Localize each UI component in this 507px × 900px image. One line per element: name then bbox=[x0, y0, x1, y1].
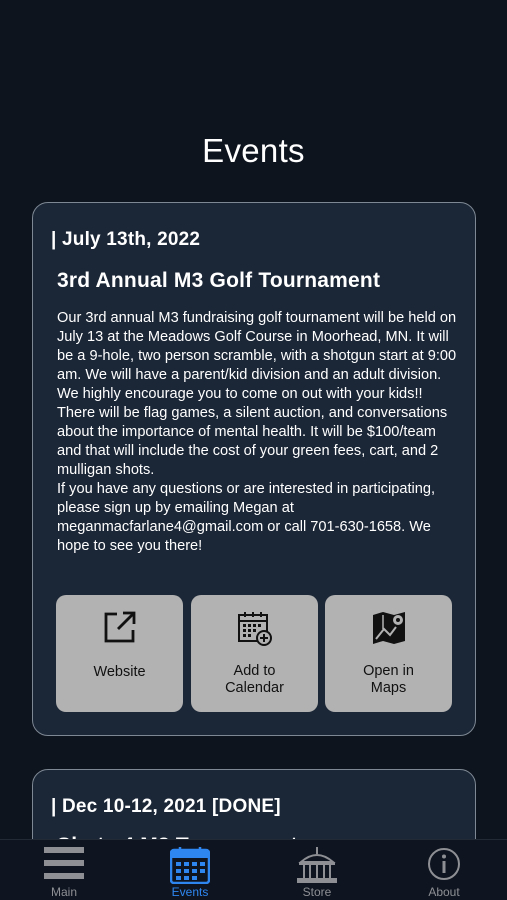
calendar-add-icon bbox=[191, 609, 318, 652]
tab-bar: Main Events Store About bbox=[0, 839, 507, 900]
store-icon bbox=[254, 846, 380, 889]
tab-about[interactable]: About bbox=[381, 840, 507, 900]
open-in-maps-button[interactable]: Open in Maps bbox=[325, 595, 452, 712]
event-date: | July 13th, 2022 bbox=[51, 229, 201, 250]
tab-store[interactable]: Store bbox=[254, 840, 380, 900]
event-description: Our 3rd annual M3 fundraising golf tourn… bbox=[57, 310, 457, 554]
tab-about-label: About bbox=[428, 885, 460, 899]
tab-store-label: Store bbox=[302, 885, 332, 899]
website-button[interactable]: Website bbox=[56, 595, 183, 712]
tab-main-label: Main bbox=[50, 885, 77, 899]
add-to-calendar-label: Add to Calendar bbox=[225, 663, 284, 696]
website-label: Website bbox=[93, 664, 146, 680]
calendar-icon bbox=[127, 846, 253, 889]
external-link-icon bbox=[56, 609, 183, 650]
tab-events-label: Events bbox=[171, 885, 209, 899]
add-to-calendar-button[interactable]: Add to Calendar bbox=[191, 595, 318, 712]
tab-main[interactable]: Main bbox=[1, 840, 127, 900]
map-icon bbox=[325, 609, 452, 652]
page-title: Events bbox=[202, 132, 305, 169]
open-in-maps-label: Open in Maps bbox=[363, 663, 414, 696]
info-icon bbox=[381, 846, 507, 887]
event-date: | Dec 10-12, 2021 [DONE] bbox=[51, 796, 281, 817]
event-title: 3rd Annual M3 Golf Tournament bbox=[57, 269, 381, 292]
events-screen: Events | July 13th, 2022 3rd Annual M3 G… bbox=[0, 0, 507, 900]
tab-events[interactable]: Events bbox=[127, 840, 253, 900]
menu-icon bbox=[1, 846, 127, 887]
event-card: | July 13th, 2022 3rd Annual M3 Golf Tou… bbox=[32, 202, 476, 736]
